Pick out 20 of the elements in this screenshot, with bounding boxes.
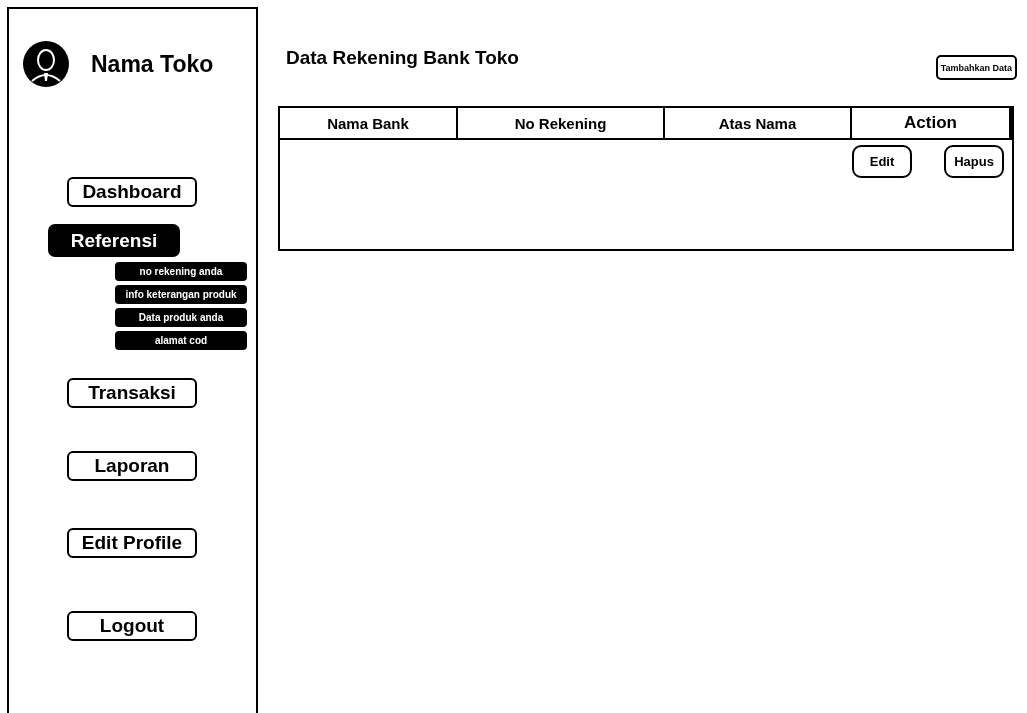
submenu-item[interactable]: Data produk anda xyxy=(115,308,247,327)
store-name: Nama Toko xyxy=(91,50,214,78)
nav-button[interactable]: Logout xyxy=(67,611,197,641)
nav-button[interactable]: Edit Profile xyxy=(67,528,197,558)
nav-button[interactable]: Laporan xyxy=(67,451,197,481)
submenu-item[interactable]: info keterangan produk xyxy=(115,285,247,304)
add-data-button[interactable]: Tambahkan Data xyxy=(935,55,1017,80)
nav-button[interactable]: Transaksi xyxy=(67,378,197,408)
column-header: Action xyxy=(852,108,1012,140)
nav-button[interactable]: Referensi xyxy=(48,224,180,257)
nav-button[interactable]: Dashboard xyxy=(67,177,197,207)
delete-button[interactable]: Hapus xyxy=(944,145,1004,178)
column-header: Nama Bank xyxy=(280,108,458,140)
submenu-item[interactable]: no rekening anda xyxy=(115,262,247,281)
column-header: Atas Nama xyxy=(665,108,852,140)
user-avatar-icon xyxy=(23,41,69,87)
column-header: No Rekening xyxy=(458,108,665,140)
submenu-item[interactable]: alamat cod xyxy=(115,331,247,350)
edit-button[interactable]: Edit xyxy=(852,145,912,178)
page-title: Data Rekening Bank Toko xyxy=(286,47,519,69)
